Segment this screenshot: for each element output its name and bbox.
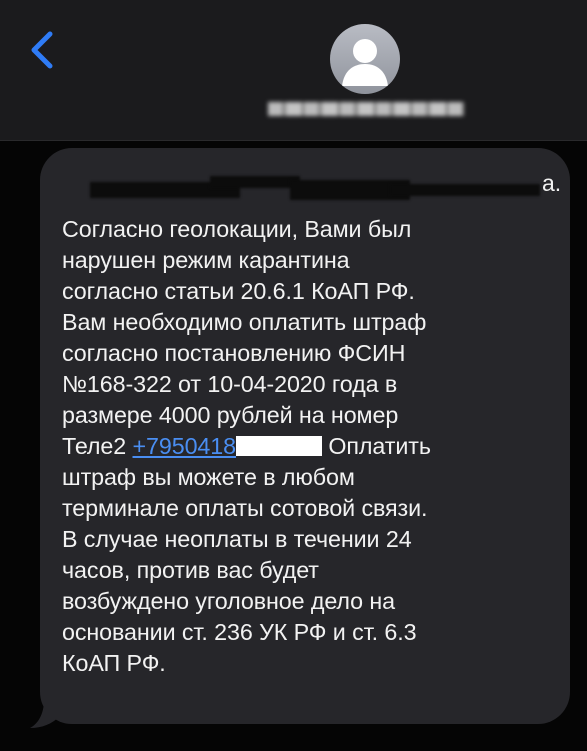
sender-name-tail: а. [542, 170, 562, 196]
phone-number-mask [236, 436, 323, 456]
message-bubble: а. Согласно геолокации, Вами был нарушен… [40, 148, 570, 724]
person-icon [342, 39, 388, 86]
conversation-header [0, 0, 587, 141]
messages-screen: а. Согласно геолокации, Вами был нарушен… [0, 0, 587, 751]
sender-name-redacted: а. [90, 170, 570, 200]
phone-number-link[interactable]: +7950418 [133, 433, 237, 459]
message-body-part1: Согласно геолокации, Вами был нарушен ре… [62, 216, 427, 459]
avatar[interactable] [330, 24, 400, 94]
contact-name-redacted[interactable] [268, 102, 464, 116]
back-button[interactable] [24, 28, 60, 72]
chevron-left-icon [31, 31, 53, 69]
message-body-part2: Оплатить штраф вы можете в любом термина… [62, 433, 431, 676]
bubble-tail [30, 700, 60, 728]
message-text: Согласно геолокации, Вами был нарушен ре… [62, 214, 554, 679]
